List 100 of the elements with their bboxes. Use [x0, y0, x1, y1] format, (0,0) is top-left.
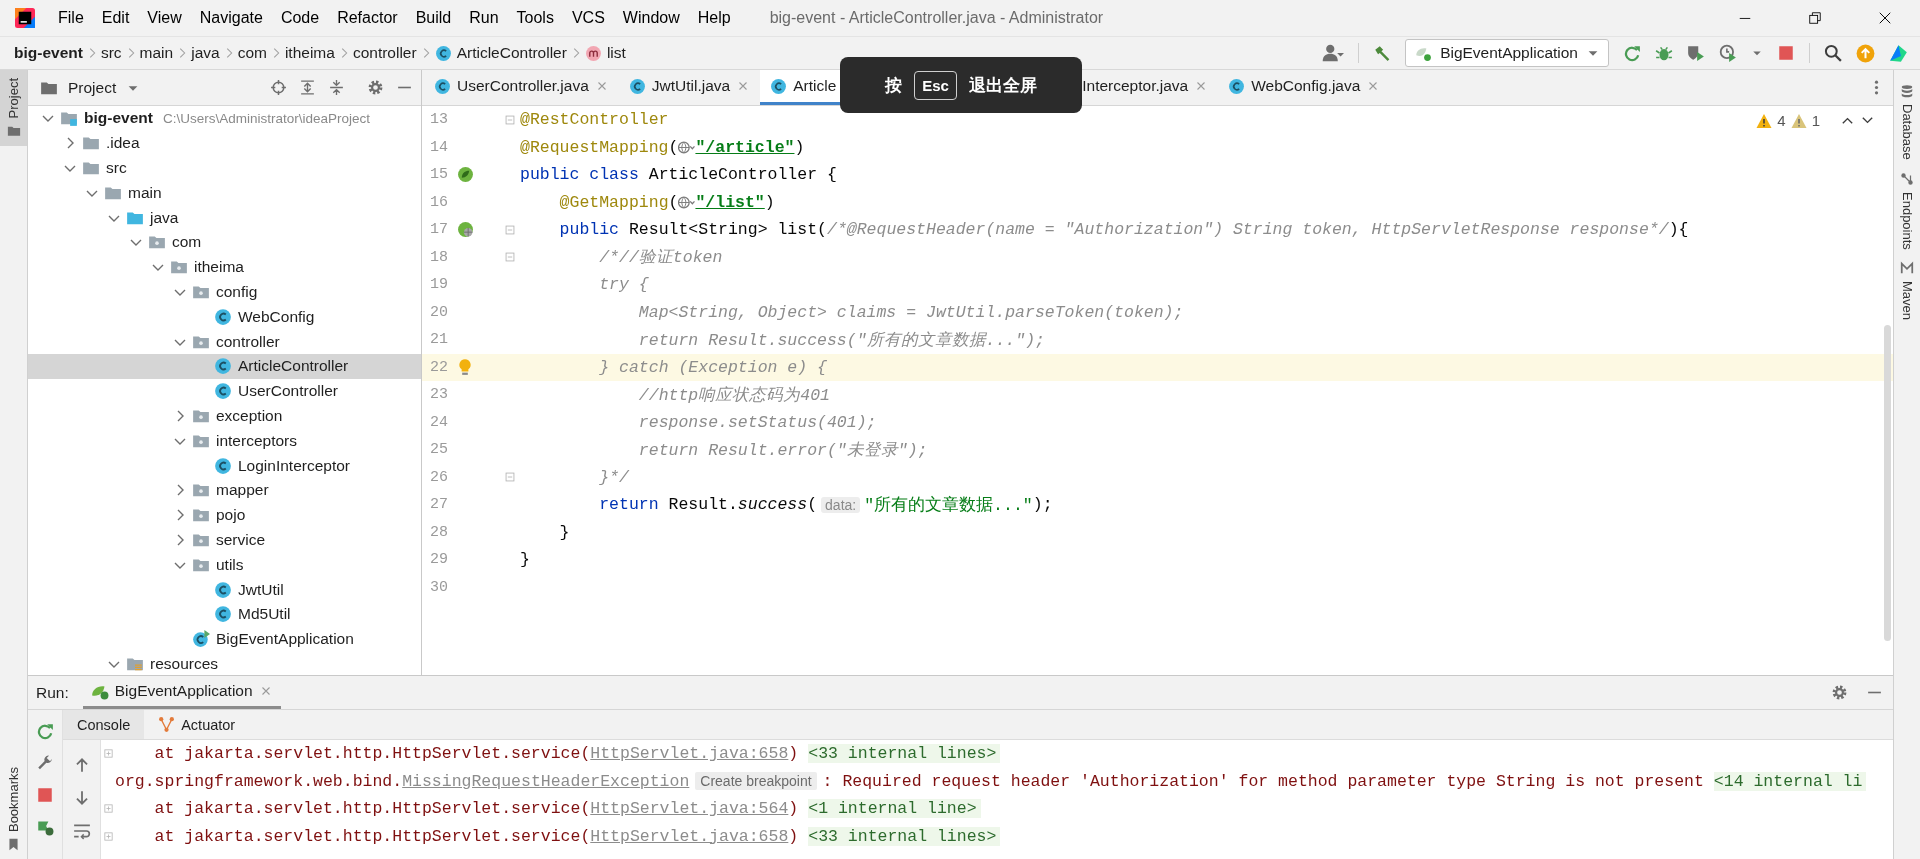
expand-all-icon[interactable] [299, 79, 316, 96]
bean-icon[interactable] [456, 221, 474, 239]
tree-item[interactable]: controller [28, 329, 421, 354]
collapse-all-icon[interactable] [328, 79, 345, 96]
menu-item[interactable]: Run [460, 9, 508, 27]
shield-icon[interactable] [1687, 44, 1705, 62]
tree-item[interactable]: src [28, 155, 421, 181]
menu-item[interactable]: Tools [507, 9, 563, 27]
tree-item[interactable]: mapper [28, 477, 421, 503]
breadcrumb-item[interactable]: controller [352, 44, 417, 62]
bulb-icon[interactable] [456, 358, 474, 377]
wrench-icon[interactable] [36, 754, 54, 772]
search-icon[interactable] [1824, 44, 1842, 62]
tree-item[interactable]: exception [28, 403, 421, 429]
tree-item[interactable]: WebConfig [28, 304, 421, 330]
tree-item[interactable]: Md5Util [28, 601, 421, 627]
breadcrumb-item[interactable]: ArticleController [434, 44, 567, 62]
tree-item[interactable]: LoginInterceptor [28, 453, 421, 478]
line-number: 14 [429, 138, 448, 156]
settings-icon[interactable] [1831, 684, 1848, 701]
warning-icon[interactable] [1790, 112, 1807, 129]
tree-item[interactable]: main [28, 180, 421, 206]
class-icon [1228, 77, 1246, 95]
hammer-icon[interactable] [1373, 44, 1392, 62]
menu-item[interactable]: Build [406, 9, 461, 27]
folded-lines-label[interactable]: <14 internal li [1713, 771, 1867, 791]
folded-lines-label[interactable]: <33 internal lines> [808, 826, 1001, 846]
breadcrumb-item[interactable]: com [237, 44, 267, 62]
tree-item[interactable]: ArticleController [28, 353, 421, 379]
tree-item[interactable]: pojo [28, 502, 421, 528]
breadcrumb-item[interactable]: list [584, 44, 626, 62]
menu-item[interactable]: Code [271, 9, 329, 27]
scrollbar[interactable] [1884, 325, 1891, 641]
rerun-icon[interactable] [36, 722, 54, 740]
create-breakpoint-hint[interactable]: Create breakpoint [695, 772, 817, 791]
code-text: ( [807, 495, 818, 515]
close-icon[interactable] [1878, 11, 1892, 25]
breadcrumb-item[interactable]: big-event [14, 44, 83, 62]
menu-item[interactable]: Navigate [190, 9, 272, 27]
run-config-dropdown[interactable]: BigEventApplication [1405, 39, 1609, 67]
tree-item[interactable]: utils [28, 552, 421, 578]
stop-icon[interactable] [36, 786, 54, 804]
menu-item[interactable]: Help [688, 9, 740, 27]
menu-item[interactable]: Refactor [328, 9, 407, 27]
tree-item[interactable]: service [28, 527, 421, 553]
tool-window-button[interactable]: Endpoints [1899, 171, 1915, 250]
tool-window-button[interactable]: Database [1899, 84, 1915, 160]
restore-icon[interactable] [1808, 11, 1822, 25]
tree-item[interactable]: JwtUtil [28, 577, 421, 602]
folded-lines-label[interactable]: <33 internal lines> [808, 744, 1001, 764]
soft-wrap-icon[interactable] [72, 822, 91, 840]
menu-item[interactable]: Window [613, 9, 689, 27]
rerun-icon[interactable] [1623, 44, 1641, 62]
code-text: //http响应状态码为401 [638, 384, 830, 406]
tree-item[interactable]: java [28, 205, 421, 230]
editor-tab[interactable]: Interceptor.java [1078, 70, 1219, 105]
tree-item[interactable]: interceptors [28, 428, 421, 454]
tree-item[interactable]: BigEventApplication [28, 626, 421, 652]
breadcrumb-item[interactable]: java [191, 44, 220, 62]
bug-icon[interactable] [1655, 44, 1673, 62]
editor-tab[interactable]: WebConfig.java [1218, 70, 1391, 105]
panel-title[interactable]: Project [40, 78, 141, 97]
line-number: 22 [429, 358, 448, 376]
menu-item[interactable]: VCS [562, 9, 614, 27]
tree-item[interactable]: resources [28, 651, 421, 675]
class-icon [214, 357, 232, 376]
folded-lines-label[interactable]: <1 internal line> [808, 799, 981, 819]
tree-item[interactable]: com [28, 230, 421, 255]
tree-item[interactable]: .idea [28, 130, 421, 156]
tree-item[interactable]: big-event C:\Users\Administrator\ideaProject [28, 106, 421, 131]
code-text: "/list" [695, 192, 765, 212]
console-tab[interactable]: Actuator [144, 710, 250, 739]
editor-tab[interactable]: JwtUtil.java [618, 70, 761, 105]
crosshair-icon[interactable] [270, 79, 287, 96]
tool-window-button[interactable]: Bookmarks [0, 758, 27, 859]
warning-icon[interactable] [1756, 112, 1773, 129]
menu-item[interactable]: Edit [92, 9, 139, 27]
breadcrumb-item[interactable]: src [100, 44, 122, 62]
toolbox-icon[interactable] [1889, 43, 1908, 63]
tree-item[interactable]: itheima [28, 254, 421, 280]
tree-item[interactable]: config [28, 279, 421, 305]
bean-icon[interactable] [456, 166, 474, 184]
stop-icon[interactable] [1777, 44, 1795, 62]
tool-window-button[interactable]: Maven [1899, 261, 1915, 321]
tree-item[interactable]: UserController [28, 378, 421, 404]
console-text: org.springframework.web.bind. [115, 771, 403, 791]
menu-item[interactable]: View [138, 9, 191, 27]
console-tab[interactable]: Console [63, 710, 145, 739]
profiler-icon[interactable] [1719, 44, 1737, 62]
class-icon [628, 77, 646, 95]
settings-icon[interactable] [367, 79, 384, 96]
debug-icon[interactable] [36, 818, 54, 836]
editor-tab[interactable]: UserController.java [424, 70, 619, 105]
breadcrumb-item[interactable]: main [139, 44, 174, 62]
user-icon[interactable] [1322, 42, 1345, 64]
breadcrumb-item[interactable]: itheima [284, 44, 335, 62]
menu-item[interactable]: File [49, 9, 93, 27]
tool-window-button[interactable]: Project [0, 70, 27, 147]
folder-icon [6, 124, 21, 139]
code-text: } [520, 550, 530, 570]
